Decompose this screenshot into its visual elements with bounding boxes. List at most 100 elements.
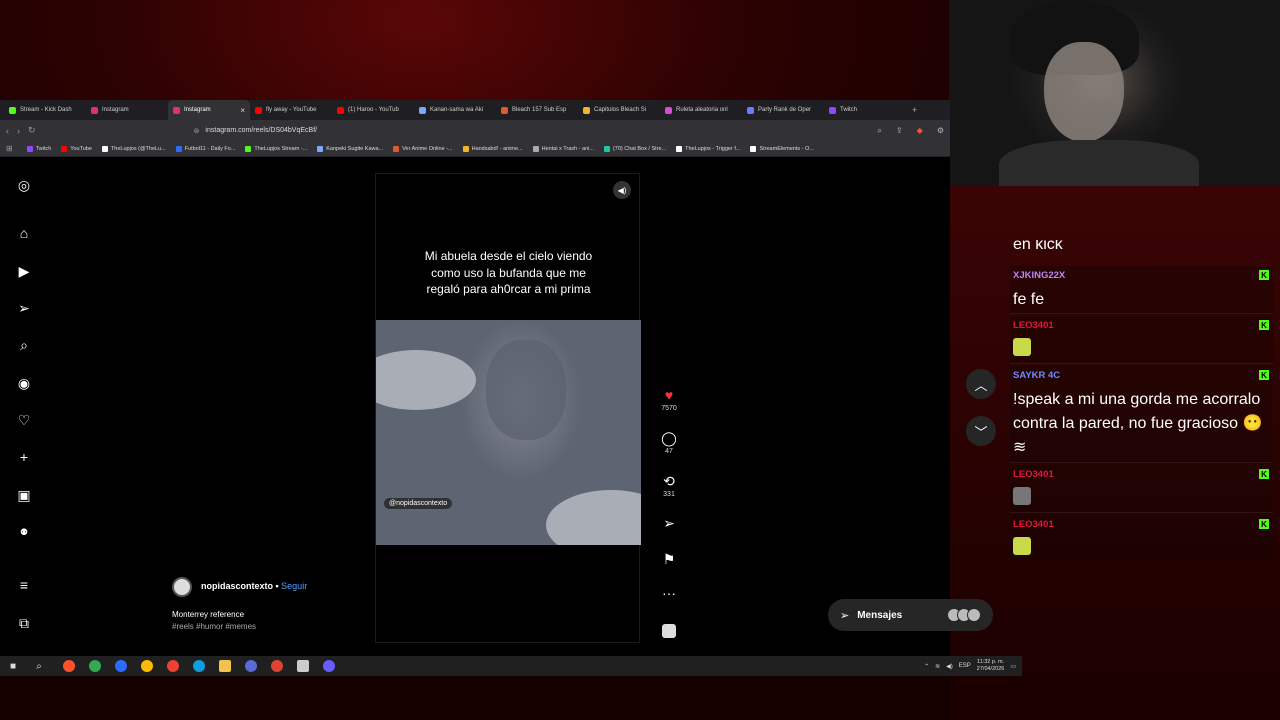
chat-message: LEO3401 K bbox=[1010, 316, 1273, 364]
previous-reel-button[interactable]: ︿ bbox=[966, 369, 996, 399]
wifi-icon[interactable]: ≋ bbox=[935, 663, 940, 670]
zoom-icon[interactable]: ⌕ bbox=[877, 126, 881, 136]
edge-app-icon[interactable] bbox=[193, 660, 205, 672]
chat-message-partial: en kick bbox=[1013, 240, 1063, 253]
bookmark-item[interactable]: Handsabd! - anime... bbox=[459, 145, 527, 152]
reel-hashtags[interactable]: #reels #humor #memes bbox=[172, 622, 256, 631]
bookmark-item[interactable]: Twitch bbox=[23, 145, 56, 152]
reels-icon[interactable]: ▶ bbox=[14, 261, 34, 281]
tab-favicon-icon bbox=[665, 106, 672, 114]
bookmark-item[interactable]: Kanpeki Sugite Kawa... bbox=[313, 145, 387, 152]
like-action: ♥ 7570 bbox=[655, 387, 683, 412]
menu-icon[interactable]: ≡ bbox=[14, 575, 34, 595]
tab-label: Kanan-sama wa Aki bbox=[430, 107, 484, 113]
bookmark-item[interactable]: Ver Anime Online -... bbox=[389, 145, 456, 152]
share-icon[interactable]: ⇪ bbox=[896, 126, 903, 135]
discord-app-icon[interactable] bbox=[323, 660, 335, 672]
direct-send-icon[interactable]: ➢ bbox=[14, 298, 34, 318]
like-heart-icon[interactable]: ♥ bbox=[655, 387, 683, 403]
taskbar-search-icon[interactable]: ⌕ bbox=[30, 657, 48, 675]
browser-tab[interactable]: Instagram × bbox=[168, 100, 250, 120]
share-send-icon[interactable]: ➢ bbox=[655, 515, 683, 531]
reload-icon[interactable]: ↻ bbox=[28, 125, 36, 136]
comment-icon[interactable]: ◯ bbox=[655, 430, 683, 446]
reel-player[interactable]: ◀) Mi abuela desde el cielo viendo como … bbox=[375, 173, 641, 643]
bookmark-icon[interactable]: ⚑ bbox=[655, 551, 683, 567]
chrome-app-icon[interactable] bbox=[141, 660, 153, 672]
site-info-icon[interactable]: ⊜ bbox=[194, 127, 200, 135]
obs-app-icon[interactable] bbox=[271, 660, 283, 672]
file-explorer-icon[interactable] bbox=[219, 660, 231, 672]
follow-button[interactable]: Seguir bbox=[281, 581, 307, 591]
bookmark-item[interactable]: TheLupjos Stream -... bbox=[241, 145, 311, 152]
bookmark-item[interactable]: TheLupjos - Trigger f... bbox=[672, 145, 744, 152]
messages-button[interactable]: ➢ Mensajes bbox=[828, 599, 993, 631]
bookmark-item[interactable]: (70) Chat Box / Stre... bbox=[600, 145, 670, 152]
tab-close-icon[interactable]: × bbox=[240, 106, 245, 115]
notification-icon[interactable]: ▭ bbox=[1010, 663, 1016, 670]
reel-video[interactable]: @nopidascontexto bbox=[376, 320, 641, 545]
dashboard-icon[interactable]: ▣ bbox=[14, 485, 34, 505]
bookmark-item[interactable]: Futbol11 - Daily Fo... bbox=[172, 145, 240, 152]
volume-icon[interactable]: ◀) bbox=[946, 663, 953, 670]
language-indicator[interactable]: ESP bbox=[959, 663, 971, 669]
browser-tab[interactable]: Instagram bbox=[86, 100, 168, 120]
kick-badge-icon: K bbox=[1259, 270, 1269, 280]
app-icon[interactable] bbox=[115, 660, 127, 672]
more-options-icon[interactable]: ··· bbox=[655, 585, 683, 601]
browser-tab[interactable]: fly away - YouTube bbox=[250, 100, 332, 120]
search-icon[interactable]: ⌕ bbox=[14, 335, 34, 355]
brave-app-icon[interactable] bbox=[63, 660, 75, 672]
browser-tab[interactable]: Kanan-sama wa Aki bbox=[414, 100, 496, 120]
repost-icon[interactable]: ⟲ bbox=[655, 473, 683, 489]
url-field[interactable]: ⊜ instagram.com/reels/DS04bVqEcBf/ bbox=[194, 123, 864, 138]
clock[interactable]: 11:32 p. m. 27/04/2026 bbox=[977, 659, 1005, 673]
browser-tab[interactable]: (1) Haroo - YouTub bbox=[332, 100, 414, 120]
author-avatar[interactable] bbox=[172, 577, 192, 597]
audio-thumbnail[interactable] bbox=[662, 624, 676, 638]
chat-message: LEO3401 K bbox=[1010, 515, 1273, 560]
bookmark-item[interactable]: StreamElements - O... bbox=[746, 145, 817, 152]
chevron-up-icon[interactable]: ⌃ bbox=[924, 663, 929, 670]
browser-tab[interactable]: Stream - Kick Dash bbox=[4, 100, 86, 120]
brave-shield-icon[interactable]: ◆ bbox=[917, 126, 923, 135]
apps-grid-icon[interactable]: ⊞ bbox=[6, 144, 13, 153]
start-icon[interactable]: ■ bbox=[4, 657, 22, 675]
profile-avatar-icon[interactable]: ⚉ bbox=[14, 522, 34, 542]
browser-tab[interactable]: Bleach 157 Sub Esp bbox=[496, 100, 578, 120]
browser-tab[interactable]: Ruleta aleatoria onl bbox=[660, 100, 742, 120]
chevron-down-icon: ﹀ bbox=[974, 424, 988, 440]
tab-label: Party Rank de Oper bbox=[758, 107, 812, 113]
author-username[interactable]: nopidascontexto bbox=[201, 581, 273, 591]
next-reel-button[interactable]: ﹀ bbox=[966, 416, 996, 446]
chrome-app-icon[interactable] bbox=[167, 660, 179, 672]
browser-tab[interactable]: Party Rank de Oper bbox=[742, 100, 824, 120]
also-from-meta-icon[interactable]: ⧉ bbox=[14, 613, 34, 633]
chat-message: SAYKR 4C K !speak a mi una gorda me acorra… bbox=[1010, 366, 1273, 463]
kick-badge-icon: K bbox=[1259, 469, 1269, 479]
explore-icon[interactable]: ◉ bbox=[14, 373, 34, 393]
volume-icon[interactable]: ◀) bbox=[613, 181, 631, 199]
chrome-app-icon[interactable] bbox=[89, 660, 101, 672]
forward-icon[interactable]: › bbox=[17, 126, 20, 136]
bookmark-favicon-icon bbox=[603, 145, 610, 152]
app-icon[interactable] bbox=[297, 660, 309, 672]
new-tab-icon[interactable]: + bbox=[912, 105, 917, 115]
browser-tab[interactable]: Capitulos Bleach Si bbox=[578, 100, 660, 120]
back-icon[interactable]: ‹ bbox=[6, 126, 9, 136]
app-icon[interactable] bbox=[245, 660, 257, 672]
bookmark-item[interactable]: TheLupjos (@TheLu... bbox=[98, 145, 170, 152]
bookmark-item[interactable]: YouTube bbox=[57, 145, 96, 152]
instagram-logo-icon[interactable]: ◎ bbox=[14, 175, 34, 195]
home-icon[interactable]: ⌂ bbox=[14, 223, 34, 243]
bookmark-favicon-icon bbox=[26, 145, 33, 152]
save-action: ⚑ bbox=[655, 551, 683, 567]
bookmark-item[interactable]: Hentai x Trash - ani... bbox=[529, 145, 598, 152]
browser-tab[interactable]: Twitch bbox=[824, 100, 906, 120]
notifications-heart-icon[interactable]: ♡ bbox=[14, 410, 34, 430]
share-action: ➢ bbox=[655, 515, 683, 531]
bookmark-favicon-icon bbox=[532, 145, 539, 152]
extensions-icon[interactable]: ⚙ bbox=[937, 126, 944, 135]
create-plus-icon[interactable]: + bbox=[14, 447, 34, 467]
chat-text: !speak a mi una gorda me acorralo contra… bbox=[1013, 391, 1263, 456]
